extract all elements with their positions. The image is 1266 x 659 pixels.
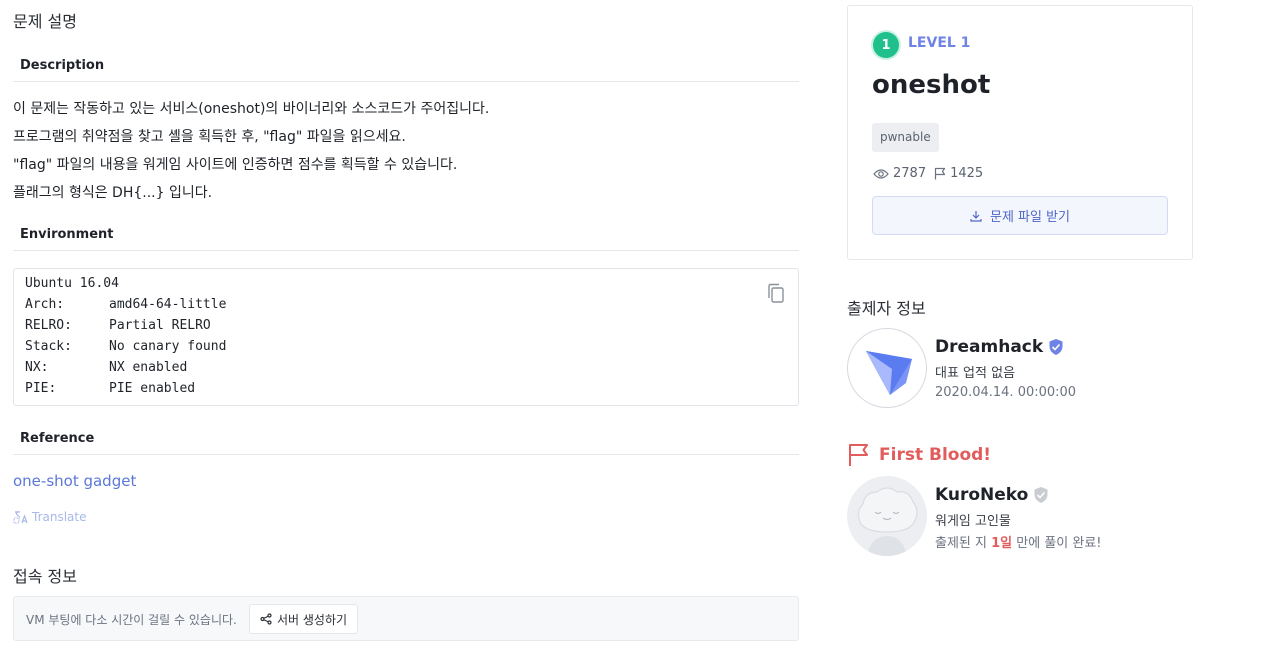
translate-button[interactable]: Translate (13, 509, 87, 525)
translate-label: Translate (32, 510, 87, 524)
page-title: 문제 설명 (13, 12, 77, 31)
solves-stat: 1425 (934, 166, 983, 181)
env-key: RELRO: (25, 318, 72, 333)
first-blood-label: First Blood! (879, 445, 992, 465)
description-line: 프로그램의 취약점을 찾고 셸을 획득한 후, "flag" 파일을 읽으세요. (13, 129, 406, 145)
environment-header: Environment (13, 221, 799, 251)
environment-code-block: Ubuntu 16.04 Arch: amd64-64-little RELRO:… (13, 268, 799, 406)
author-name-text: Dreamhack (935, 337, 1044, 357)
avatar[interactable] (847, 476, 927, 556)
download-files-button[interactable]: 문제 파일 받기 (872, 196, 1168, 235)
first-blood-title: First Blood! (847, 443, 991, 467)
views-count: 2787 (893, 166, 927, 181)
copy-icon[interactable] (766, 283, 786, 305)
connection-box: VM 부팅에 다소 시간이 걸릴 수 있습니다. 서버 생성하기 (13, 596, 799, 641)
env-key: Arch: (25, 297, 65, 312)
description-line: "flag" 파일의 내용을 워게임 사이트에 인증하면 점수를 획득할 수 있… (13, 157, 458, 173)
env-row: PIE: PIE enabled (25, 381, 195, 396)
connection-message: VM 부팅에 다소 시간이 걸릴 수 있습니다. (26, 613, 237, 627)
author-achievement: 대표 업적 없음 (935, 366, 1016, 381)
env-value: No canary found (109, 339, 227, 354)
description-line: 플래그의 형식은 DH{...} 입니다. (13, 185, 213, 201)
description-header: Description (13, 52, 799, 82)
level-label: LEVEL 1 (908, 35, 971, 51)
env-row: NX: NX enabled (25, 360, 187, 375)
env-value: amd64-64-little (109, 297, 227, 312)
env-row: RELRO: Partial RELRO (25, 318, 211, 333)
challenge-title: oneshot (872, 70, 991, 100)
solved-prefix: 출제된 지 (935, 536, 987, 551)
flag-icon (934, 167, 946, 180)
verified-badge-icon (1049, 339, 1063, 355)
flag-icon (849, 444, 868, 466)
reference-heading: Reference (20, 431, 95, 446)
level-badge: 1 (873, 32, 899, 58)
env-value: Partial RELRO (109, 318, 211, 333)
views-stat: 2787 (873, 166, 926, 181)
create-server-button[interactable]: 서버 생성하기 (249, 604, 359, 634)
env-os: Ubuntu 16.04 (25, 276, 119, 291)
download-icon (970, 210, 982, 222)
env-key: Stack: (25, 339, 72, 354)
env-value: PIE enabled (109, 381, 196, 396)
first-blood-user-name: KuroNeko (935, 485, 1029, 505)
share-icon (260, 613, 272, 625)
env-row: Stack: No canary found (25, 339, 226, 354)
connection-title: 접속 정보 (13, 567, 77, 586)
default-avatar-icon (857, 487, 918, 556)
first-blood-solved-text: 출제된 지 1일 만에 풀이 완료! (935, 532, 1102, 551)
reference-header: Reference (13, 425, 799, 455)
author-date: 2020.04.14. 00:00:00 (935, 385, 1077, 400)
avatar[interactable] (847, 328, 927, 408)
description-heading: Description (20, 58, 105, 73)
env-row: Arch: amd64-64-little (25, 297, 226, 312)
category-tag[interactable]: pwnable (872, 123, 939, 152)
reference-link[interactable]: one-shot gadget (13, 472, 136, 490)
description-line: 이 문제는 작동하고 있는 서비스(oneshot)의 바이너리와 소스코드가 … (13, 101, 490, 117)
first-blood-user[interactable]: KuroNeko (935, 485, 1050, 505)
environment-heading: Environment (20, 227, 114, 242)
eye-icon (873, 168, 889, 179)
download-files-label: 문제 파일 받기 (989, 210, 1071, 225)
solved-suffix: 만에 풀이 완료! (1016, 536, 1102, 551)
solved-days: 1일 (991, 536, 1013, 551)
first-blood-user-title: 워게임 고인물 (935, 514, 1011, 529)
dreamhack-logo-icon (866, 351, 912, 395)
challenge-stats: 2787 1425 (873, 166, 991, 181)
shield-icon (1034, 487, 1048, 503)
env-key: NX: (25, 360, 49, 375)
create-server-label: 서버 생성하기 (277, 612, 348, 627)
translate-icon (13, 511, 28, 524)
env-value: NX enabled (109, 360, 188, 375)
env-key: PIE: (25, 381, 57, 396)
solves-count: 1425 (950, 166, 984, 181)
challenge-card: 1 LEVEL 1 oneshot pwnable 2787 1425 문제 파… (847, 5, 1193, 260)
author-name[interactable]: Dreamhack (935, 337, 1065, 357)
author-section-title: 출제자 정보 (847, 299, 926, 318)
